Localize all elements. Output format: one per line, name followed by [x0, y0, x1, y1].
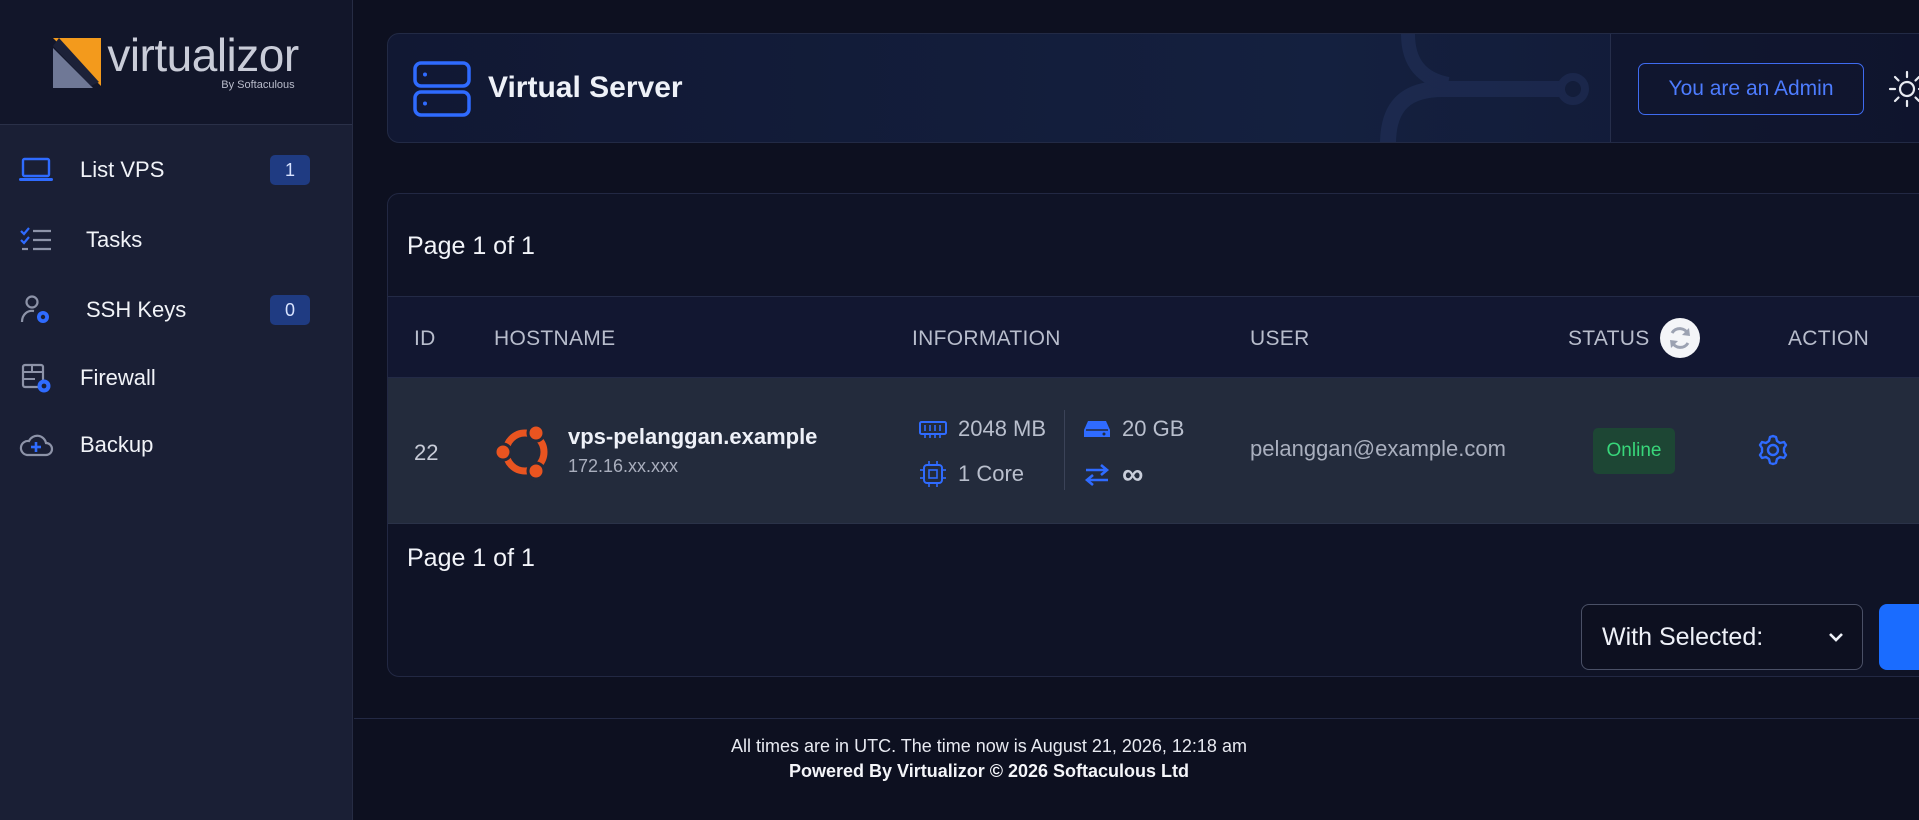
ram-info: 2048 MB	[918, 416, 1046, 442]
pagination-info-bottom: Page 1 of 1	[407, 544, 535, 572]
vps-ip: 172.16.xx.xxx	[568, 456, 679, 476]
memory-icon	[919, 421, 947, 438]
table-row[interactable]: 22 vps-pelanggan.example 172.16.xx.xxx 2…	[388, 378, 1919, 524]
footer-powered-by: Powered By Virtualizor © 2026 Softaculou…	[788, 761, 1190, 781]
logo-area: virtualizor By Softaculous	[0, 0, 352, 125]
disk-info: 20 GB	[1082, 416, 1184, 442]
info-divider	[1064, 410, 1065, 490]
footer: All times are in UTC. The time now is Au…	[354, 718, 1919, 820]
firewall-icon	[18, 360, 54, 396]
checklist-icon	[18, 222, 54, 258]
sun-icon[interactable]	[1887, 69, 1919, 109]
vps-hostname-link[interactable]: vps-pelanggan.example	[568, 424, 817, 450]
user-key-icon	[18, 292, 54, 328]
transfer-icon	[1084, 464, 1110, 486]
header-decoration	[1380, 34, 1589, 142]
gear-icon[interactable]	[1756, 433, 1790, 467]
column-header-id[interactable]: ID	[414, 327, 436, 351]
sidebar-item-list-vps[interactable]: List VPS 1	[0, 135, 352, 205]
ram-value: 2048 MB	[958, 416, 1047, 441]
pagination-info-top: Page 1 of 1	[407, 232, 535, 260]
ubuntu-icon	[494, 423, 548, 481]
admin-button[interactable]: You are an Admin	[1638, 63, 1864, 115]
column-header-information: INFORMATION	[912, 327, 1061, 350]
sidebar-item-label: List VPS	[80, 157, 165, 182]
sidebar-item-firewall[interactable]: Firewall	[0, 345, 352, 411]
disk-icon	[1084, 421, 1110, 437]
main-content: Virtual Server You are an Admin Page 1 o…	[354, 0, 1919, 820]
sidebar-item-label: Tasks	[86, 227, 143, 252]
footer-time-note: All times are in UTC. The time now is Au…	[731, 736, 1247, 756]
cpu-info: 1 Core	[918, 460, 1024, 488]
table-header: ID HOSTNAME INFORMATION USER STATUS ACTI…	[388, 296, 1919, 378]
cloud-backup-icon	[18, 427, 54, 463]
column-header-user[interactable]: USER	[1250, 327, 1310, 351]
column-header-status: STATUS	[1568, 327, 1650, 350]
page-header: Virtual Server You are an Admin	[387, 33, 1919, 143]
sidebar-item-ssh-keys[interactable]: SSH Keys 0	[0, 275, 352, 345]
sidebar: virtualizor By Softaculous List VPS 1 Ta…	[0, 0, 353, 820]
virtualizor-logo[interactable]: virtualizor By Softaculous	[53, 29, 299, 91]
bulk-action-select[interactable]: With Selected:	[1581, 604, 1863, 670]
bulk-action-selected: With Selected:	[1602, 622, 1764, 651]
column-header-action: ACTION	[1788, 327, 1870, 350]
bulk-action-submit-button[interactable]	[1879, 604, 1919, 670]
disk-value: 20 GB	[1122, 416, 1185, 441]
virtualizor-logo-icon	[53, 38, 102, 88]
vps-count-badge: 1	[270, 155, 310, 185]
vps-table-card: Page 1 of 1 ID HOSTNAME INFORMATION USER…	[387, 193, 1919, 677]
logo-byline: By Softaculous	[221, 79, 295, 91]
sidebar-item-tasks[interactable]: Tasks	[0, 205, 352, 275]
sidebar-item-label: Firewall	[80, 365, 156, 390]
column-header-hostname[interactable]: HOSTNAME	[494, 327, 615, 351]
sidebar-item-backup[interactable]: Backup	[0, 411, 352, 479]
logo-name: virtualizor	[107, 29, 299, 81]
laptop-icon	[18, 152, 54, 188]
header-actions: You are an Admin	[1610, 34, 1919, 142]
page-title: Virtual Server	[488, 71, 683, 104]
sidebar-item-label: Backup	[80, 432, 154, 457]
vps-user-email: pelanggan@example.com	[1250, 436, 1506, 461]
sidebar-nav: List VPS 1 Tasks SSH Keys 0 Firewall Bac…	[0, 135, 352, 479]
refresh-status-icon[interactable]	[1660, 318, 1700, 358]
server-icon	[413, 61, 471, 117]
bandwidth-info: ∞	[1082, 458, 1143, 492]
bandwidth-value: ∞	[1122, 458, 1144, 491]
ssh-key-count-badge: 0	[270, 295, 310, 325]
vps-id: 22	[414, 440, 439, 465]
cpu-icon	[920, 461, 946, 487]
sidebar-item-label: SSH Keys	[86, 297, 187, 322]
status-badge: Online	[1593, 428, 1675, 474]
chevron-down-icon	[1829, 633, 1843, 642]
cpu-value: 1 Core	[958, 461, 1025, 486]
